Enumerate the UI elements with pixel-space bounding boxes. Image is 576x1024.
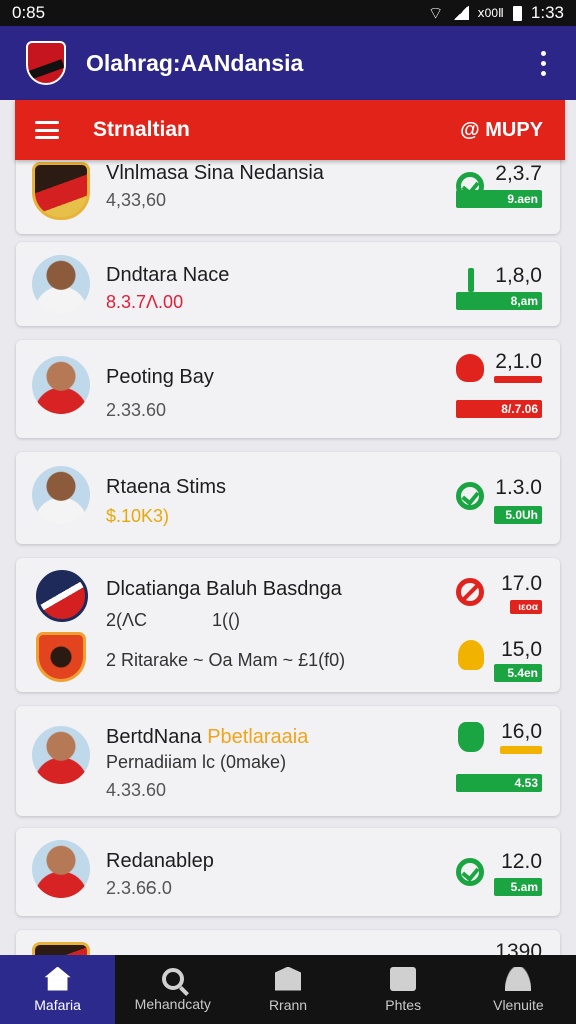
odds-value: 16,0 bbox=[501, 720, 542, 743]
odds-badge: 8/.7.06 bbox=[456, 400, 542, 418]
section-action-button[interactable]: @ MUPY bbox=[460, 119, 543, 142]
odds-badge: 8,am bbox=[456, 292, 542, 310]
section-title: Strnaltian bbox=[93, 118, 190, 141]
app-logo-icon bbox=[26, 41, 66, 85]
status-clock: 1:33 bbox=[530, 3, 564, 22]
odds-list: Vlnlmasa Sina Nedansia 4,33,60 2,3.7 9.a… bbox=[0, 160, 576, 955]
player-avatar bbox=[32, 726, 90, 784]
player-avatar bbox=[32, 356, 90, 414]
item-detail: 2 Ritarake ~ Oa Mam ~ £1(f0) bbox=[106, 650, 346, 670]
status-bar: 0:85 ⌔ ⅹ00Ⅱ 1:33 bbox=[0, 0, 576, 26]
nav-item-home[interactable]: Mafaria bbox=[0, 955, 116, 1024]
search-icon bbox=[161, 967, 184, 990]
club-crest-icon bbox=[32, 942, 90, 955]
item-title: Vlnlmasa Sina Nedansia bbox=[106, 162, 324, 184]
list-item[interactable]: Redanablep 2.3.6Ꮾ.0 12.0 5.am bbox=[16, 828, 560, 916]
battery-icon bbox=[512, 5, 522, 21]
status-time: 0:85 bbox=[12, 3, 46, 22]
item-detail: 4.33.60 bbox=[106, 780, 167, 800]
list-item[interactable]: BertdNana Pbetlaraaia Pernadiiam lc (0ma… bbox=[16, 706, 560, 816]
wifi-icon: ⌔ bbox=[427, 3, 444, 23]
item-title: BertdNana Pbetlaraaia bbox=[106, 726, 308, 749]
odds-badge-secondary: 5.4en bbox=[494, 664, 542, 682]
check-icon bbox=[456, 482, 484, 510]
more-options-icon[interactable] bbox=[528, 46, 558, 80]
odds-bar bbox=[494, 376, 542, 383]
odds-value-secondary: 15,0 bbox=[501, 638, 542, 661]
menu-icon[interactable] bbox=[35, 121, 59, 139]
item-title: Dlcatianga Baluh Basdnga bbox=[106, 578, 342, 600]
section-bar: Strnaltian @ MUPY bbox=[15, 100, 565, 160]
up-bar-icon bbox=[468, 268, 474, 292]
item-subtitle: 2(ΛC bbox=[106, 610, 148, 630]
item-title-main: BertdNana bbox=[106, 726, 202, 748]
item-title: Peoting Bay bbox=[106, 366, 214, 388]
club-crest-icon bbox=[36, 632, 86, 682]
item-title: Rtaena Stims bbox=[106, 476, 227, 498]
home-icon bbox=[44, 966, 71, 991]
shield-icon bbox=[275, 966, 301, 991]
item-subtitle: 8.3.7Λ.00 bbox=[106, 292, 184, 312]
odds-value: 1.3.0 bbox=[495, 476, 542, 499]
odds-badge: ιεοα bbox=[510, 600, 542, 614]
nav-label: Phtes bbox=[385, 996, 422, 1013]
clipboard-icon bbox=[390, 966, 417, 991]
item-title-highlight: Pbetlaraaia bbox=[207, 726, 309, 748]
nav-label: Vlenuite bbox=[493, 996, 544, 1013]
bottom-navigation: Mafaria Mehandcaty Rrann Phtes Vlenuite bbox=[0, 955, 576, 1024]
odds-badge: 9.aen bbox=[456, 190, 542, 208]
nav-label: Rrann bbox=[268, 996, 308, 1013]
item-subtitle: 4,33,60 bbox=[106, 190, 167, 210]
list-item[interactable]: Vlnlmasa Sina Nedansia 4,33,60 2,3.7 9.a… bbox=[16, 160, 560, 234]
item-title: Dndtara Nace bbox=[106, 264, 230, 286]
nav-label: Mehandcaty bbox=[134, 995, 211, 1012]
item-title: Redanablep bbox=[106, 850, 214, 872]
item-subtitle: 2.33.60 bbox=[106, 400, 167, 420]
nav-item-profile[interactable]: Vlenuite bbox=[461, 955, 576, 1024]
nav-item-search[interactable]: Mehandcaty bbox=[115, 955, 230, 1024]
app-title: Olahrag:AANdansia bbox=[86, 49, 304, 76]
odds-value: 2,1.0 bbox=[495, 350, 542, 373]
player-avatar bbox=[32, 255, 90, 313]
club-crest-icon bbox=[36, 570, 88, 622]
odds-badge: 4.53 bbox=[456, 774, 542, 792]
network-label: ⅹ00Ⅱ bbox=[477, 6, 504, 20]
player-avatar bbox=[32, 840, 90, 898]
check-icon bbox=[456, 858, 484, 886]
nav-label: Mafaria bbox=[34, 996, 81, 1013]
club-crest-icon bbox=[32, 162, 90, 220]
list-item[interactable]: Rtaena Stims $.10Κ3) 1.3.0 5.0Uh bbox=[16, 452, 560, 544]
odds-badge: 5.am bbox=[494, 878, 542, 896]
odds-value: 12.0 bbox=[501, 850, 542, 873]
fire-icon bbox=[458, 640, 484, 670]
odds-value: 17.0 bbox=[501, 572, 542, 595]
nav-item-clipboard[interactable]: Phtes bbox=[346, 955, 461, 1024]
signal-icon bbox=[452, 6, 469, 20]
list-item[interactable]: 1390 bbox=[16, 930, 560, 955]
odds-value: 1390 bbox=[495, 940, 542, 955]
odds-bar bbox=[500, 746, 542, 754]
item-subtitle: Pernadiiam lc (0make) bbox=[106, 752, 287, 772]
player-avatar bbox=[32, 466, 90, 524]
item-subtitle: 2.3.6Ꮾ.0 bbox=[106, 878, 172, 898]
odds-value: 2,3.7 bbox=[495, 162, 542, 185]
list-item[interactable]: Peoting Bay 2.33.60 2,1.0 8/.7.06 bbox=[16, 340, 560, 438]
item-subtitle: $.10Κ3) bbox=[106, 506, 170, 526]
ban-icon bbox=[456, 578, 484, 606]
alert-icon bbox=[456, 354, 484, 382]
list-item[interactable]: Dlcatianga Baluh Basdnga 2(ΛC 1(() 2 Rit… bbox=[16, 558, 560, 692]
item-subtitle-secondary: 1(() bbox=[212, 610, 240, 630]
app-bar: Olahrag:AANdansia bbox=[0, 26, 576, 100]
user-icon bbox=[505, 966, 532, 991]
nav-item-shield[interactable]: Rrann bbox=[230, 955, 345, 1024]
boost-icon bbox=[458, 722, 484, 752]
odds-value: 1,8,0 bbox=[495, 264, 542, 287]
odds-badge: 5.0Uh bbox=[494, 506, 542, 524]
list-item[interactable]: Dndtara Nace 8.3.7Λ.00 1,8,0 8,am bbox=[16, 242, 560, 326]
